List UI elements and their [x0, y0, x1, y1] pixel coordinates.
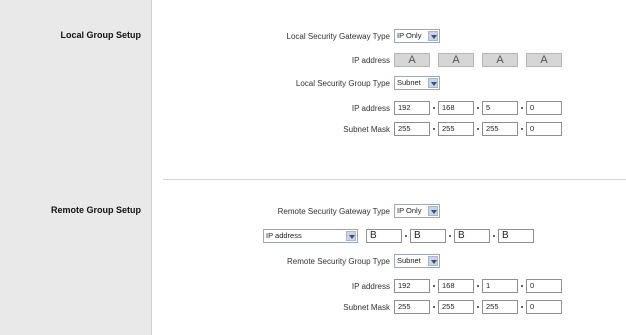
local-gateway-type-select[interactable]: IP Only [394, 29, 440, 43]
remote-group-setup-title: Remote Group Setup [50, 205, 141, 215]
local-mask-octet-3[interactable]: 255 [482, 122, 518, 136]
remote-mask-row: Subnet Mask 255 255 255 0 [153, 300, 626, 316]
local-ip-label: IP address [351, 56, 390, 65]
remote-gateway-type-label: Remote Security Gateway Type [277, 207, 390, 216]
octet-separator [493, 235, 495, 237]
octet-separator [433, 107, 435, 109]
local-gateway-type-value: IP Only [397, 31, 422, 40]
octet-separator [433, 285, 435, 287]
remote-group-type-label: Remote Security Group Type [286, 257, 390, 266]
remote-group-ip-octet-1[interactable]: 192 [394, 279, 430, 293]
remote-ip-type-select[interactable]: IP address [263, 229, 358, 243]
local-group-ip-octet-2[interactable]: 168 [438, 101, 474, 115]
chevron-down-icon [428, 78, 438, 88]
remote-ip-octet-3[interactable]: B [454, 229, 490, 243]
local-mask-octet-2[interactable]: 255 [438, 122, 474, 136]
remote-group-ip-octet-3[interactable]: 1 [482, 279, 518, 293]
local-ip-octet-2[interactable]: A [438, 53, 474, 67]
remote-mask-octet-3[interactable]: 255 [482, 300, 518, 314]
octet-separator [521, 128, 523, 130]
remote-group-ip-octet-4[interactable]: 0 [526, 279, 562, 293]
section-divider [163, 179, 626, 180]
remote-ip-octet-1[interactable]: B [366, 229, 402, 243]
octet-separator [521, 285, 523, 287]
remote-group-ip-octet-2[interactable]: 168 [438, 279, 474, 293]
remote-mask-octet-2[interactable]: 255 [438, 300, 474, 314]
remote-ip-octet-2[interactable]: B [410, 229, 446, 243]
octet-separator [433, 306, 435, 308]
octet-separator [521, 306, 523, 308]
octet-separator [521, 107, 523, 109]
remote-group-type-row: Remote Security Group Type Subnet [153, 254, 626, 270]
local-group-ip-octet-3[interactable]: 5 [482, 101, 518, 115]
chevron-down-icon [428, 31, 438, 41]
local-mask-octet-4[interactable]: 0 [526, 122, 562, 136]
local-mask-row: Subnet Mask 255 255 255 0 [153, 122, 626, 138]
remote-mask-label: Subnet Mask [343, 303, 390, 312]
octet-separator [477, 285, 479, 287]
octet-separator [477, 107, 479, 109]
remote-gateway-type-row: Remote Security Gateway Type IP Only [153, 204, 626, 220]
remote-ip-type-value: IP address [266, 231, 302, 240]
local-gateway-type-label: Local Security Gateway Type [286, 32, 390, 41]
local-group-type-value: Subnet [397, 78, 421, 87]
remote-ip-row: IP address B B B B [153, 229, 626, 245]
octet-separator [477, 306, 479, 308]
local-group-type-label: Local Security Group Type [295, 79, 390, 88]
local-ip-octet-3[interactable]: A [482, 53, 518, 67]
octet-separator [433, 128, 435, 130]
local-ip-octet-1[interactable]: A [394, 53, 430, 67]
chevron-down-icon [428, 256, 438, 266]
local-group-setup-title: Local Group Setup [60, 30, 141, 40]
remote-group-ip-label: IP address [351, 282, 390, 291]
remote-gateway-type-value: IP Only [397, 206, 422, 215]
remote-group-type-value: Subnet [397, 256, 421, 265]
chevron-down-icon [428, 206, 438, 216]
local-mask-label: Subnet Mask [343, 125, 390, 134]
local-group-ip-octet-1[interactable]: 192 [394, 101, 430, 115]
remote-group-ip-row: IP address 192 168 1 0 [153, 279, 626, 295]
local-group-type-row: Local Security Group Type Subnet [153, 76, 626, 92]
local-group-type-select[interactable]: Subnet [394, 76, 440, 90]
remote-mask-octet-4[interactable]: 0 [526, 300, 562, 314]
local-ip-octet-4[interactable]: A [526, 53, 562, 67]
local-ip-row: IP address A A A A [153, 53, 626, 69]
local-group-ip-row: IP address 192 168 5 0 [153, 101, 626, 117]
remote-gateway-type-select[interactable]: IP Only [394, 204, 440, 218]
local-gateway-type-row: Local Security Gateway Type IP Only [153, 29, 626, 45]
octet-separator [449, 235, 451, 237]
remote-mask-octet-1[interactable]: 255 [394, 300, 430, 314]
octet-separator [405, 235, 407, 237]
local-mask-octet-1[interactable]: 255 [394, 122, 430, 136]
octet-separator [477, 128, 479, 130]
sidebar: Local Group Setup Remote Group Setup [0, 0, 152, 335]
remote-group-type-select[interactable]: Subnet [394, 254, 440, 268]
local-group-ip-octet-4[interactable]: 0 [526, 101, 562, 115]
remote-ip-octet-4[interactable]: B [498, 229, 534, 243]
chevron-down-icon [346, 231, 356, 241]
local-group-ip-label: IP address [351, 104, 390, 113]
